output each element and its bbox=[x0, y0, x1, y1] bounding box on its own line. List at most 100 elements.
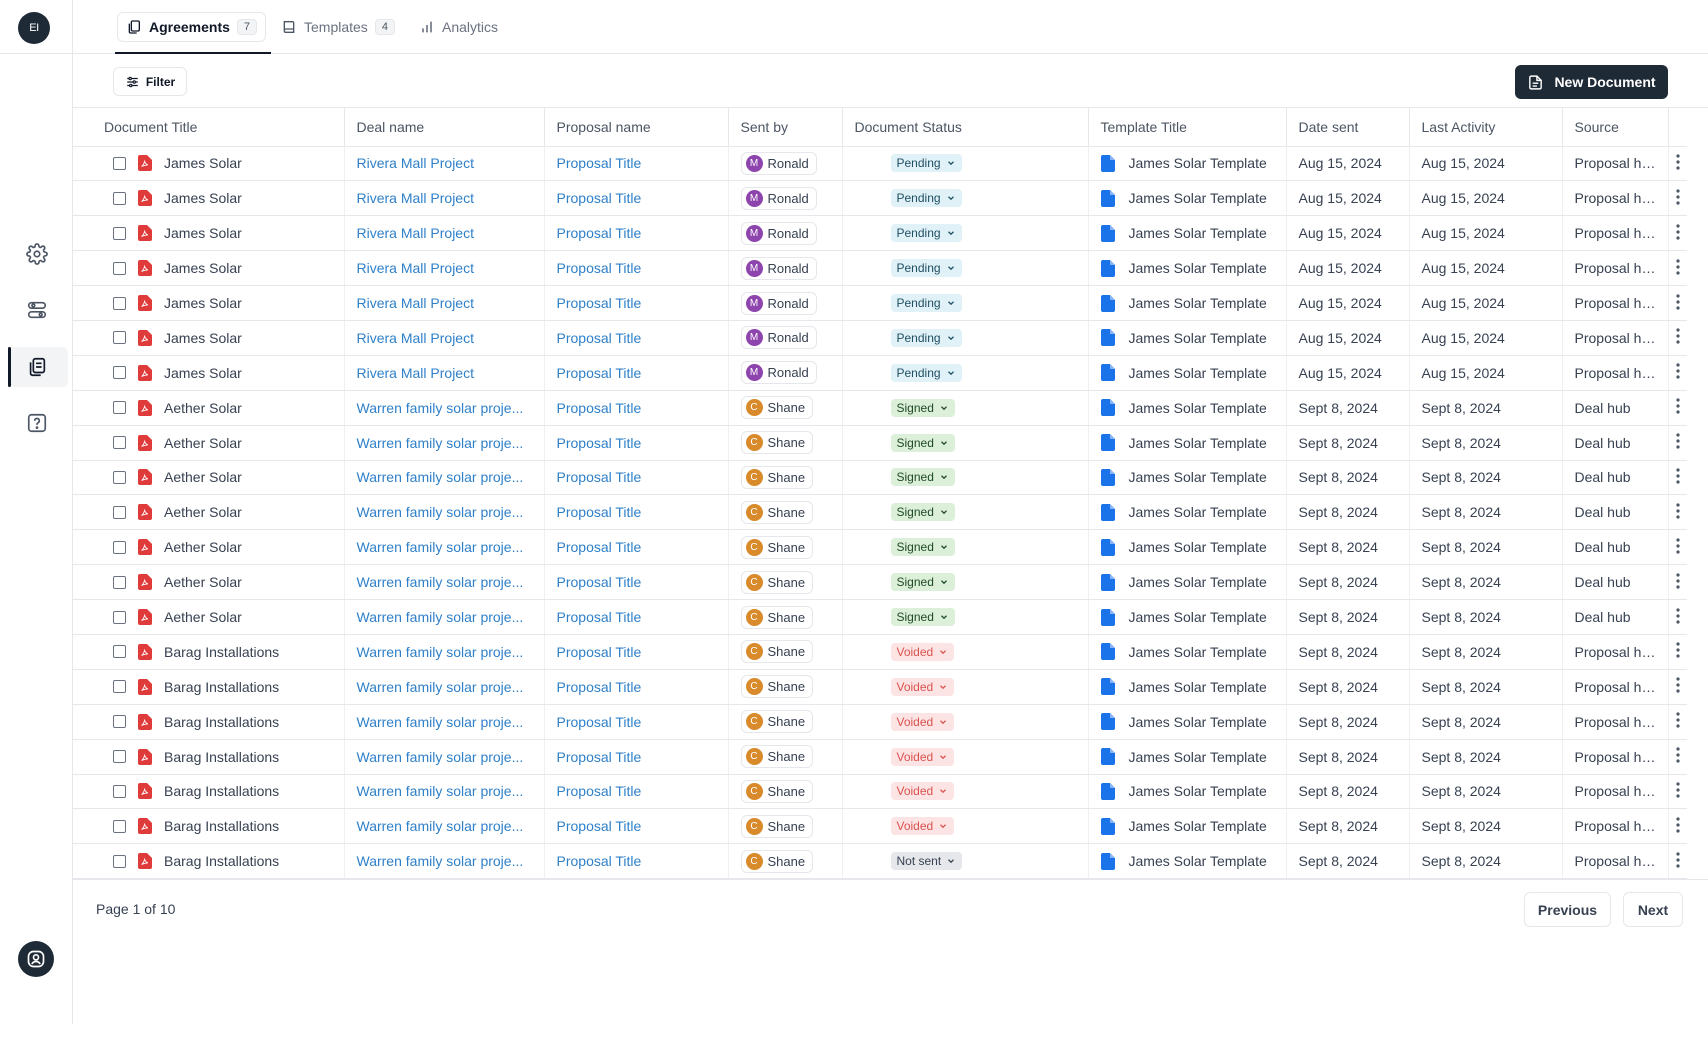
document-title[interactable]: James Solar bbox=[164, 295, 242, 311]
row-actions-button[interactable] bbox=[1668, 704, 1687, 740]
status-dropdown[interactable]: Pending bbox=[890, 189, 962, 208]
status-dropdown[interactable]: Signed bbox=[890, 468, 955, 487]
row-checkbox[interactable] bbox=[113, 540, 126, 554]
proposal-name-link[interactable]: Proposal Title bbox=[557, 260, 642, 276]
status-dropdown[interactable]: Pending bbox=[890, 259, 962, 278]
status-dropdown[interactable]: Signed bbox=[890, 538, 955, 557]
row-actions-button[interactable] bbox=[1668, 320, 1687, 356]
status-dropdown[interactable]: Voided bbox=[890, 712, 955, 731]
row-actions-button[interactable] bbox=[1668, 180, 1687, 217]
new-document-button[interactable]: New Document bbox=[1515, 65, 1668, 99]
status-dropdown[interactable]: Voided bbox=[890, 782, 955, 801]
header-document-title[interactable]: Document Title bbox=[73, 108, 345, 147]
status-dropdown[interactable]: Pending bbox=[890, 154, 962, 173]
status-dropdown[interactable]: Pending bbox=[890, 328, 962, 347]
status-dropdown[interactable]: Signed bbox=[890, 433, 955, 452]
row-actions-button[interactable] bbox=[1668, 355, 1687, 391]
document-title[interactable]: Aether Solar bbox=[164, 469, 242, 485]
table-row[interactable]: Barag Installations Warren family solar p… bbox=[73, 634, 1687, 670]
proposal-name-link[interactable]: Proposal Title bbox=[557, 225, 642, 241]
row-checkbox[interactable] bbox=[113, 261, 126, 275]
row-checkbox[interactable] bbox=[113, 401, 126, 415]
proposal-name-link[interactable]: Proposal Title bbox=[557, 574, 642, 590]
tab-agreements[interactable]: Agreements 7 bbox=[117, 12, 267, 42]
deal-name-link[interactable]: Warren family solar proje... bbox=[357, 609, 524, 625]
deal-name-link[interactable]: Rivera Mall Project bbox=[357, 365, 474, 381]
table-row[interactable]: Aether Solar Warren family solar proje...… bbox=[73, 425, 1687, 461]
proposal-name-link[interactable]: Proposal Title bbox=[557, 783, 642, 799]
user-profile-button[interactable] bbox=[18, 941, 54, 977]
document-title[interactable]: Aether Solar bbox=[164, 574, 242, 590]
deal-name-link[interactable]: Rivera Mall Project bbox=[357, 225, 474, 241]
row-checkbox[interactable] bbox=[113, 819, 126, 833]
proposal-name-link[interactable]: Proposal Title bbox=[557, 853, 642, 869]
deal-name-link[interactable]: Warren family solar proje... bbox=[357, 853, 524, 869]
tab-analytics[interactable]: Analytics bbox=[411, 12, 506, 42]
status-dropdown[interactable]: Voided bbox=[890, 677, 955, 696]
header-template-title[interactable]: Template Title bbox=[1088, 108, 1287, 147]
table-row[interactable]: Barag Installations Warren family solar p… bbox=[73, 704, 1687, 740]
row-actions-button[interactable] bbox=[1668, 146, 1687, 182]
row-actions-button[interactable] bbox=[1668, 774, 1687, 810]
table-row[interactable]: Barag Installations Warren family solar p… bbox=[73, 669, 1687, 705]
deal-name-link[interactable]: Rivera Mall Project bbox=[357, 155, 474, 171]
deal-name-link[interactable]: Warren family solar proje... bbox=[357, 749, 524, 765]
proposal-name-link[interactable]: Proposal Title bbox=[557, 714, 642, 730]
deal-name-link[interactable]: Warren family solar proje... bbox=[357, 818, 524, 834]
table-row[interactable]: Barag Installations Warren family solar p… bbox=[73, 739, 1687, 775]
table-row[interactable]: James Solar Rivera Mall Project Proposal T… bbox=[73, 285, 1687, 321]
table-row[interactable]: Aether Solar Warren family solar proje...… bbox=[73, 494, 1687, 531]
deal-name-link[interactable]: Warren family solar proje... bbox=[357, 783, 524, 799]
row-checkbox[interactable] bbox=[113, 784, 126, 798]
table-row[interactable]: James Solar Rivera Mall Project Proposal T… bbox=[73, 250, 1687, 287]
status-dropdown[interactable]: Voided bbox=[890, 817, 955, 836]
row-actions-button[interactable] bbox=[1668, 215, 1687, 252]
header-date-sent[interactable]: Date sent bbox=[1286, 108, 1410, 147]
deal-name-link[interactable]: Rivera Mall Project bbox=[357, 295, 474, 311]
document-title[interactable]: Barag Installations bbox=[164, 818, 279, 834]
row-actions-button[interactable] bbox=[1668, 494, 1687, 531]
row-actions-button[interactable] bbox=[1668, 634, 1687, 670]
proposal-name-link[interactable]: Proposal Title bbox=[557, 330, 642, 346]
row-checkbox[interactable] bbox=[113, 191, 126, 205]
sidebar-item-help[interactable] bbox=[20, 406, 54, 440]
status-dropdown[interactable]: Not sent bbox=[890, 852, 963, 871]
row-checkbox[interactable] bbox=[113, 854, 126, 868]
status-dropdown[interactable]: Signed bbox=[890, 398, 955, 417]
proposal-name-link[interactable]: Proposal Title bbox=[557, 609, 642, 625]
app-logo[interactable]: EI bbox=[18, 12, 50, 44]
row-actions-button[interactable] bbox=[1668, 529, 1687, 566]
document-title[interactable]: Aether Solar bbox=[164, 539, 242, 555]
table-row[interactable]: Aether Solar Warren family solar proje...… bbox=[73, 390, 1687, 426]
row-checkbox[interactable] bbox=[113, 610, 126, 624]
row-checkbox[interactable] bbox=[113, 680, 126, 694]
proposal-name-link[interactable]: Proposal Title bbox=[557, 644, 642, 660]
deal-name-link[interactable]: Warren family solar proje... bbox=[357, 400, 524, 416]
table-row[interactable]: Aether Solar Warren family solar proje...… bbox=[73, 564, 1687, 601]
table-row[interactable]: Aether Solar Warren family solar proje...… bbox=[73, 460, 1687, 496]
sidebar-item-agreements[interactable] bbox=[20, 350, 54, 384]
row-actions-button[interactable] bbox=[1668, 390, 1687, 426]
proposal-name-link[interactable]: Proposal Title bbox=[557, 749, 642, 765]
status-dropdown[interactable]: Signed bbox=[890, 503, 955, 522]
document-title[interactable]: Barag Installations bbox=[164, 853, 279, 869]
header-source[interactable]: Source bbox=[1562, 108, 1669, 147]
row-actions-button[interactable] bbox=[1668, 285, 1687, 321]
next-page-button[interactable]: Next bbox=[1623, 892, 1683, 927]
document-title[interactable]: James Solar bbox=[164, 330, 242, 346]
deal-name-link[interactable]: Warren family solar proje... bbox=[357, 714, 524, 730]
document-title[interactable]: Barag Installations bbox=[164, 644, 279, 660]
row-actions-button[interactable] bbox=[1668, 808, 1687, 845]
table-row[interactable]: James Solar Rivera Mall Project Proposal T… bbox=[73, 180, 1687, 217]
row-actions-button[interactable] bbox=[1668, 564, 1687, 601]
proposal-name-link[interactable]: Proposal Title bbox=[557, 400, 642, 416]
table-row[interactable]: Aether Solar Warren family solar proje...… bbox=[73, 599, 1687, 635]
table-row[interactable]: James Solar Rivera Mall Project Proposal T… bbox=[73, 146, 1687, 182]
proposal-name-link[interactable]: Proposal Title bbox=[557, 295, 642, 311]
proposal-name-link[interactable]: Proposal Title bbox=[557, 469, 642, 485]
header-document-status[interactable]: Document Status bbox=[842, 108, 1089, 147]
document-title[interactable]: James Solar bbox=[164, 225, 242, 241]
header-sent-by[interactable]: Sent by bbox=[728, 108, 843, 147]
row-actions-button[interactable] bbox=[1668, 460, 1687, 496]
deal-name-link[interactable]: Warren family solar proje... bbox=[357, 469, 524, 485]
